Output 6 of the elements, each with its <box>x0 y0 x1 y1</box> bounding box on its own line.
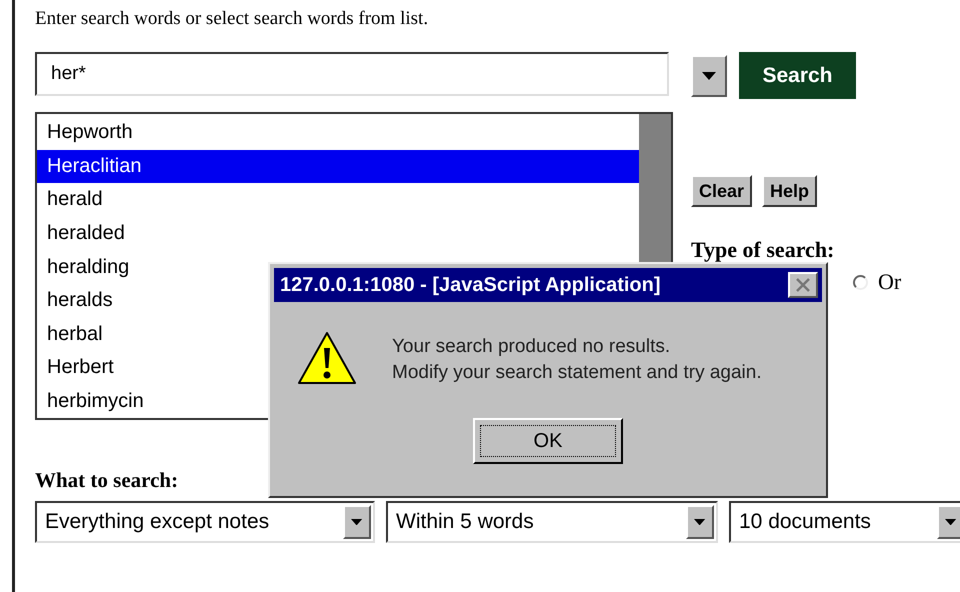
dialog-message: Your search produced no results. Modify your search statement and try again. <box>392 335 762 385</box>
instruction-text: Enter search words or select search words from list. <box>35 8 430 30</box>
dialog-title: 127.0.0.1:1080 - [JavaScript Application] <box>280 274 661 296</box>
what-to-search-label: What to search: <box>35 468 180 493</box>
type-of-search-label: Type of search: <box>691 237 836 263</box>
radio-label: Or <box>878 269 902 295</box>
